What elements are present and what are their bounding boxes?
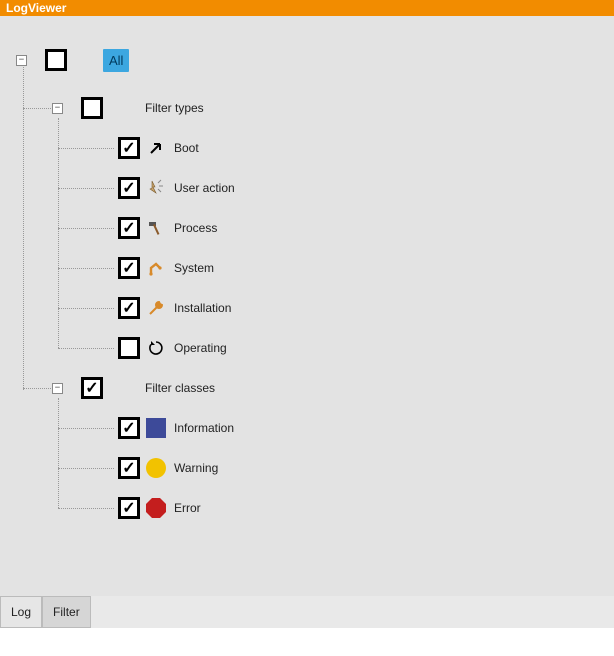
checkbox-boot[interactable] — [118, 137, 140, 159]
info-square-icon — [146, 418, 166, 438]
tree-item-operating: Operating — [118, 336, 227, 360]
root-all-label: All — [103, 49, 129, 72]
item-label-operating: Operating — [174, 341, 227, 355]
arrow-up-right-icon — [146, 138, 166, 158]
tab-filter-label: Filter — [53, 605, 80, 619]
tree-line — [58, 348, 114, 349]
filter-tree-panel: − All − Filter types Boot — [0, 16, 614, 596]
tree-root-all: − All — [16, 48, 129, 72]
item-label-error: Error — [174, 501, 201, 515]
checkbox-filter-types[interactable] — [81, 97, 103, 119]
tree-line — [58, 188, 114, 189]
checkbox-installation[interactable] — [118, 297, 140, 319]
checkbox-user-action[interactable] — [118, 177, 140, 199]
logviewer-window: LogViewer − All — [0, 0, 614, 628]
checkbox-information[interactable] — [118, 417, 140, 439]
window-title: LogViewer — [6, 1, 66, 15]
tab-log-label: Log — [11, 605, 31, 619]
tree-item-information: Information — [118, 416, 234, 440]
checkbox-process[interactable] — [118, 217, 140, 239]
group-label-filter-types: Filter types — [145, 101, 204, 115]
tree-item-user-action: User action — [118, 176, 235, 200]
item-label-system: System — [174, 261, 214, 275]
tree-line — [23, 56, 24, 390]
tree-item-installation: Installation — [118, 296, 231, 320]
checkbox-filter-classes[interactable] — [81, 377, 103, 399]
checkbox-operating[interactable] — [118, 337, 140, 359]
tree-line — [58, 268, 114, 269]
tree-item-warning: Warning — [118, 456, 218, 480]
tree-line — [58, 308, 114, 309]
expand-toggle-all[interactable]: − — [16, 55, 27, 66]
tree-line — [58, 428, 114, 429]
checkbox-system[interactable] — [118, 257, 140, 279]
window-titlebar: LogViewer — [0, 0, 614, 16]
tree-line — [58, 398, 59, 508]
hammer-icon — [146, 218, 166, 238]
robot-arm-icon — [146, 258, 166, 278]
item-label-installation: Installation — [174, 301, 231, 315]
tree-item-system: System — [118, 256, 214, 280]
expand-toggle-filter-types[interactable]: − — [52, 103, 63, 114]
tab-log[interactable]: Log — [0, 596, 42, 628]
bottom-tabs: Log Filter — [0, 596, 614, 628]
checkbox-error[interactable] — [118, 497, 140, 519]
item-label-process: Process — [174, 221, 217, 235]
tree-line — [58, 148, 114, 149]
warning-circle-icon — [146, 458, 166, 478]
tree-line — [23, 388, 51, 389]
tree-line — [58, 468, 114, 469]
checkbox-warning[interactable] — [118, 457, 140, 479]
refresh-icon — [146, 338, 166, 358]
tree-line — [58, 508, 114, 509]
group-label-filter-classes: Filter classes — [145, 381, 215, 395]
tree-line — [58, 118, 59, 348]
tree-item-boot: Boot — [118, 136, 199, 160]
tree-group-filter-types: − Filter types — [52, 96, 204, 120]
error-octagon-icon — [146, 498, 166, 518]
checkbox-all[interactable] — [45, 49, 67, 71]
hand-click-icon — [146, 178, 166, 198]
wrench-icon — [146, 298, 166, 318]
expand-toggle-filter-classes[interactable]: − — [52, 383, 63, 394]
tree-line — [23, 108, 51, 109]
tree-group-filter-classes: − Filter classes — [52, 376, 215, 400]
tab-filter[interactable]: Filter — [42, 596, 91, 628]
item-label-information: Information — [174, 421, 234, 435]
item-label-user-action: User action — [174, 181, 235, 195]
item-label-boot: Boot — [174, 141, 199, 155]
tree-item-error: Error — [118, 496, 201, 520]
tree-item-process: Process — [118, 216, 217, 240]
tree-line — [58, 228, 114, 229]
item-label-warning: Warning — [174, 461, 218, 475]
